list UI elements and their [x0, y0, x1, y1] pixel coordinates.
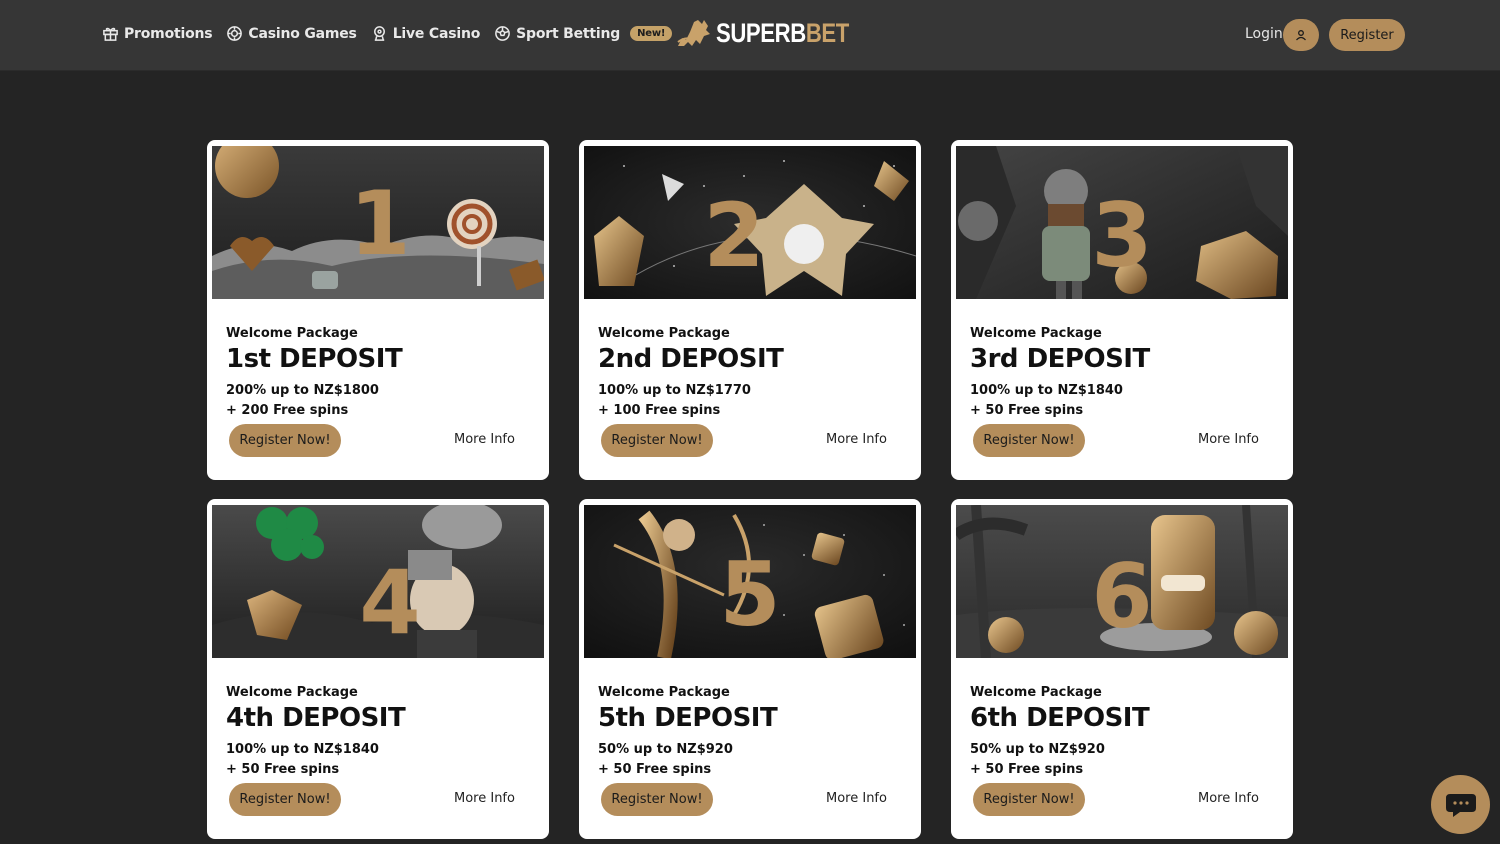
svg-text:1: 1 — [349, 172, 410, 275]
card-title: 4th DEPOSIT — [226, 703, 406, 733]
card-title: 2nd DEPOSIT — [598, 344, 784, 374]
card-bonus-line: 50% up to NZ$920 — [970, 742, 1105, 757]
card-spins-line: + 50 Free spins — [970, 403, 1084, 418]
deposit-card-image-3: 3 — [956, 146, 1288, 299]
svg-text:6: 6 — [1091, 545, 1152, 648]
deposit-card-2: 2 Welcome Package 2nd DEPOSIT 100% up to… — [579, 140, 921, 480]
card-title: 5th DEPOSIT — [598, 703, 778, 733]
register-button[interactable]: Register — [1329, 19, 1405, 51]
card-title: 3rd DEPOSIT — [970, 344, 1150, 374]
more-info-link[interactable]: More Info — [826, 791, 887, 806]
nav-live-casino-label: Live Casino — [392, 25, 481, 42]
lion-logo-icon — [677, 20, 710, 46]
card-spins-line: + 50 Free spins — [598, 762, 712, 777]
candy-promo-art: 1 — [212, 146, 544, 299]
card-eyebrow: Welcome Package — [226, 326, 358, 341]
more-info-link[interactable]: More Info — [1198, 791, 1259, 806]
archer-promo-art: 5 — [584, 505, 916, 658]
user-icon — [1296, 30, 1306, 41]
register-now-button[interactable]: Register Now! — [973, 783, 1085, 816]
card-spins-line: + 50 Free spins — [226, 762, 340, 777]
deposit-card-5: 5 Welcome Package 5th DEPOSIT 50% up to … — [579, 499, 921, 839]
more-info-link[interactable]: More Info — [826, 432, 887, 447]
new-badge: New! — [630, 26, 673, 41]
register-now-button[interactable]: Register Now! — [229, 424, 341, 457]
card-eyebrow: Welcome Package — [970, 685, 1102, 700]
register-now-button[interactable]: Register Now! — [601, 424, 713, 457]
deposit-card-1: 1 Welcome Package 1st DEPOSIT 200% up to… — [207, 140, 549, 480]
deposit-card-image-1: 1 — [212, 146, 544, 299]
nav-sport-betting[interactable]: Sport Betting New! — [494, 25, 673, 42]
user-account-button[interactable] — [1283, 19, 1319, 51]
card-bonus-line: 200% up to NZ$1800 — [226, 383, 379, 398]
deposit-card-image-6: 6 — [956, 505, 1288, 658]
chip-icon — [227, 26, 243, 41]
card-bonus-line: 100% up to NZ$1770 — [598, 383, 751, 398]
card-eyebrow: Welcome Package — [226, 685, 358, 700]
superbbet-logo[interactable]: SUPERBBET — [676, 14, 878, 52]
register-now-button[interactable]: Register Now! — [601, 783, 713, 816]
deposit-card-image-5: 5 — [584, 505, 916, 658]
deposit-card-3: 3 Welcome Package 3rd DEPOSIT 100% up to… — [951, 140, 1293, 480]
nav-casino-games[interactable]: Casino Games — [226, 25, 357, 42]
main-nav: Promotions Casino Games Live Casino Spor… — [102, 25, 686, 42]
deposit-card-4: 4 Welcome Package 4th DEPOSIT 100% up to… — [207, 499, 549, 839]
more-info-link[interactable]: More Info — [454, 432, 515, 447]
card-eyebrow: Welcome Package — [598, 326, 730, 341]
more-info-link[interactable]: More Info — [1198, 432, 1259, 447]
card-spins-line: + 200 Free spins — [226, 403, 349, 418]
register-now-button[interactable]: Register Now! — [973, 424, 1085, 457]
more-info-link[interactable]: More Info — [454, 791, 515, 806]
nav-live-casino[interactable]: Live Casino — [371, 25, 480, 42]
card-bonus-line: 100% up to NZ$1840 — [226, 742, 379, 757]
deposit-card-image-2: 2 — [584, 146, 916, 299]
card-title: 1st DEPOSIT — [226, 344, 403, 374]
site-header: Promotions Casino Games Live Casino Spor… — [0, 0, 1500, 71]
card-title: 6th DEPOSIT — [970, 703, 1150, 733]
card-spins-line: + 100 Free spins — [598, 403, 721, 418]
nav-casino-games-label: Casino Games — [248, 25, 357, 42]
gem-promo-art: 2 — [584, 146, 916, 299]
deposit-card-6: 6 Welcome Package 6th DEPOSIT 50% up to … — [951, 499, 1293, 839]
svg-text:5: 5 — [719, 543, 780, 646]
nav-promotions-label: Promotions — [124, 25, 213, 42]
card-bonus-line: 50% up to NZ$920 — [598, 742, 733, 757]
deposit-card-image-4: 4 — [212, 505, 544, 658]
svg-text:2: 2 — [703, 184, 764, 287]
svg-text:3: 3 — [1091, 184, 1152, 287]
register-now-button[interactable]: Register Now! — [229, 783, 341, 816]
nav-promotions[interactable]: Promotions — [102, 25, 213, 42]
chat-bubble-icon — [1445, 793, 1476, 817]
nav-sport-betting-label: Sport Betting — [516, 25, 621, 42]
card-bonus-line: 100% up to NZ$1840 — [970, 383, 1123, 398]
card-spins-line: + 50 Free spins — [970, 762, 1084, 777]
gift-icon — [103, 27, 118, 41]
logo-wordmark: SUPERBBET — [716, 17, 849, 48]
leprechaun-promo-art: 4 — [212, 505, 544, 658]
tiki-promo-art: 6 — [956, 505, 1288, 658]
dealer-icon — [373, 26, 385, 41]
live-chat-button[interactable] — [1431, 775, 1490, 834]
card-eyebrow: Welcome Package — [598, 685, 730, 700]
svg-text:4: 4 — [359, 551, 420, 654]
login-link[interactable]: Login — [1245, 26, 1283, 42]
soccer-ball-icon — [495, 26, 511, 41]
explorer-promo-art: 3 — [956, 146, 1288, 299]
card-eyebrow: Welcome Package — [970, 326, 1102, 341]
